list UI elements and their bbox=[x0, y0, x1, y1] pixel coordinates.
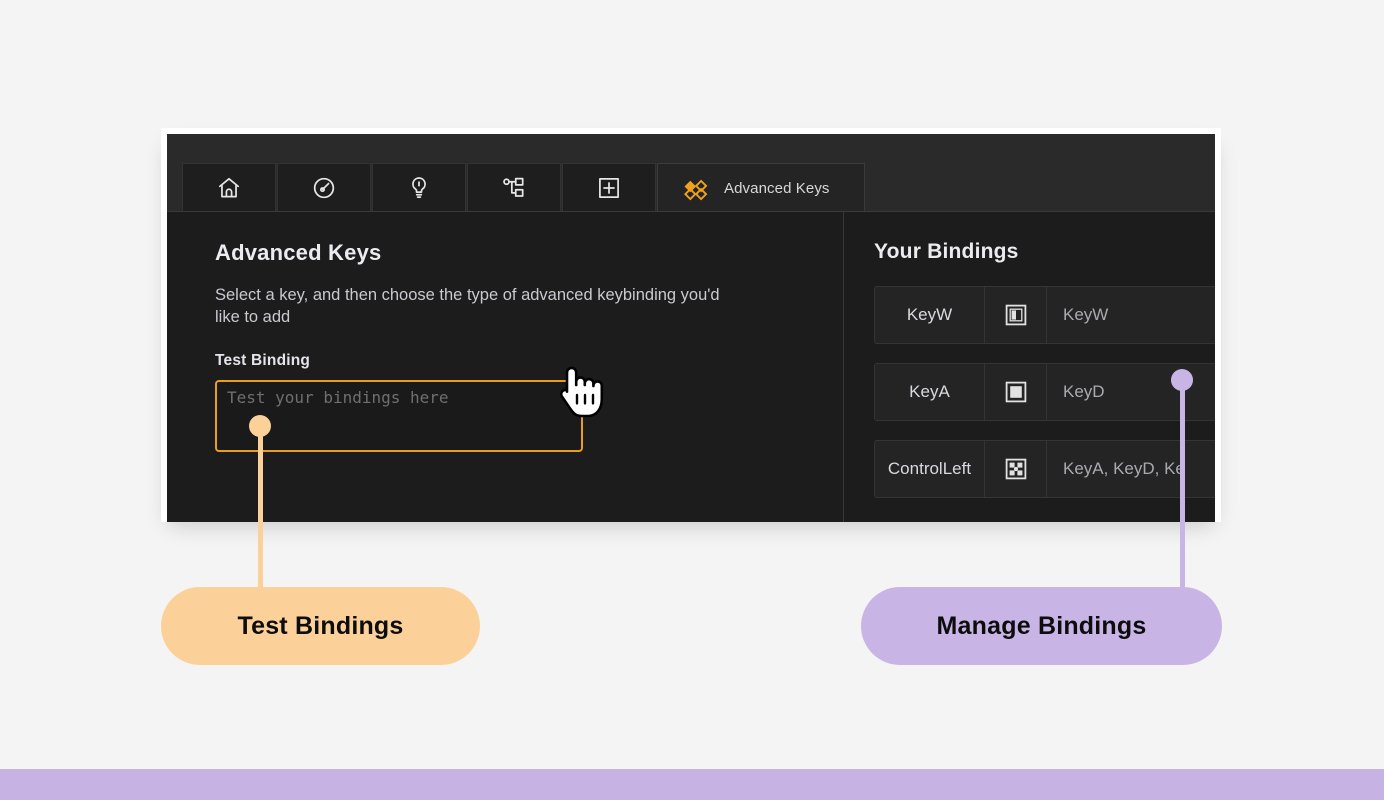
binding-key: KeyW bbox=[875, 287, 985, 343]
plus-box-icon bbox=[596, 175, 622, 201]
callout-connector-line-manage bbox=[1180, 380, 1185, 587]
tab-advanced-keys-label: Advanced Keys bbox=[724, 179, 830, 197]
binding-key: KeyA bbox=[875, 364, 985, 420]
page-description: Select a key, and then choose the type o… bbox=[215, 286, 720, 326]
lightbulb-icon bbox=[406, 175, 432, 201]
advanced-keys-pane: Advanced Keys Select a key, and then cho… bbox=[167, 212, 844, 522]
test-binding-field-wrapper bbox=[215, 379, 583, 452]
diamond-cluster-icon bbox=[682, 174, 710, 202]
tab-strip: Advanced Keys bbox=[167, 134, 1215, 212]
callout-anchor-dot-test bbox=[249, 415, 271, 437]
filled-square-icon bbox=[985, 364, 1047, 420]
binding-key: ControlLeft bbox=[875, 441, 985, 497]
your-bindings-pane: Your Bindings KeyW KeyW KeyA KeyD Contro… bbox=[844, 212, 1215, 522]
bottom-accent-bar bbox=[0, 769, 1384, 800]
page-title: Advanced Keys bbox=[215, 240, 382, 265]
test-binding-label: Test Binding bbox=[215, 351, 311, 369]
tab-performance[interactable] bbox=[277, 163, 371, 212]
content-area: Advanced Keys Select a key, and then cho… bbox=[167, 212, 1215, 522]
tab-advanced-keys[interactable]: Advanced Keys bbox=[657, 163, 865, 212]
binding-row[interactable]: KeyA KeyD bbox=[874, 363, 1215, 421]
callout-anchor-dot-manage bbox=[1171, 369, 1193, 391]
callout-test-bindings-label: Test Bindings bbox=[237, 611, 404, 640]
app-window-content: Advanced Keys Advanced Keys Select a key… bbox=[167, 134, 1215, 522]
gauge-icon bbox=[311, 175, 337, 201]
callout-manage-bindings: Manage Bindings bbox=[861, 587, 1222, 665]
node-tree-icon bbox=[501, 175, 527, 201]
binding-output: KeyW bbox=[1063, 305, 1109, 324]
binding-row[interactable]: ControlLeft KeyA, KeyD, Ke bbox=[874, 440, 1215, 498]
app-window: Advanced Keys Advanced Keys Select a key… bbox=[161, 128, 1221, 522]
tab-home[interactable] bbox=[182, 163, 276, 212]
home-icon bbox=[216, 175, 242, 201]
callout-test-bindings: Test Bindings bbox=[161, 587, 480, 665]
dot-grid-square-icon bbox=[985, 441, 1047, 497]
half-filled-square-icon bbox=[985, 287, 1047, 343]
tab-macros[interactable] bbox=[467, 163, 561, 212]
test-binding-input[interactable] bbox=[215, 379, 583, 452]
binding-row[interactable]: KeyW KeyW bbox=[874, 286, 1215, 344]
callout-manage-bindings-label: Manage Bindings bbox=[936, 611, 1147, 640]
page-background: Advanced Keys Advanced Keys Select a key… bbox=[0, 0, 1384, 800]
binding-output: KeyA, KeyD, Ke bbox=[1063, 459, 1185, 478]
tab-add[interactable] bbox=[562, 163, 656, 212]
tab-lighting[interactable] bbox=[372, 163, 466, 212]
bindings-title: Your Bindings bbox=[874, 240, 1019, 263]
